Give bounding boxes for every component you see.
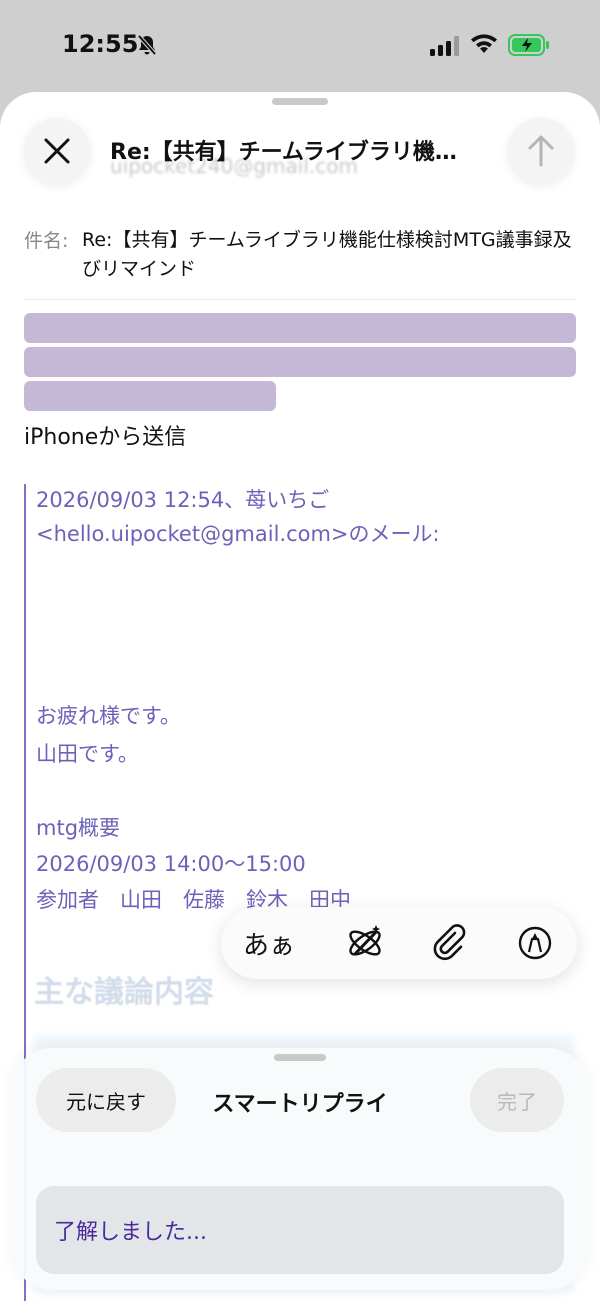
- writing-tools-button[interactable]: [335, 907, 395, 979]
- redacted-text-line: [24, 313, 576, 343]
- format-toolbar: あぁ: [221, 907, 577, 979]
- bell-slash-icon: [137, 34, 157, 56]
- close-button[interactable]: [24, 118, 90, 184]
- reply-suggestion-text: 了解しました...: [54, 1220, 207, 1245]
- close-icon: [44, 138, 70, 164]
- attach-button[interactable]: [419, 907, 479, 979]
- quote-overview-time: 2026/09/03 14:00〜15:00: [36, 852, 306, 876]
- redacted-text-line: [24, 381, 276, 411]
- text-style-button[interactable]: あぁ: [239, 907, 299, 979]
- signature[interactable]: iPhoneから送信: [24, 419, 186, 451]
- quote-greeting2: 山田です。: [36, 742, 139, 766]
- battery-charging-icon: [508, 34, 549, 56]
- header-subject: Re:【共有】チームライブラリ機…: [110, 140, 457, 165]
- quote-greeting1: お疲れ様です。: [36, 704, 181, 728]
- subject-label: 件名:: [24, 230, 69, 252]
- sheet-grabber[interactable]: [272, 98, 328, 105]
- markup-pen-icon: [518, 926, 552, 960]
- markup-button[interactable]: [505, 907, 565, 979]
- writing-tools-icon: [349, 925, 381, 956]
- smart-reply-panel: 元に戻す スマートリプライ 完了 了解しました...: [12, 1048, 588, 1290]
- paperclip-icon: [433, 924, 466, 961]
- redacted-text-line: [24, 347, 576, 377]
- panel-grabber[interactable]: [274, 1054, 326, 1061]
- quote-header-line1: 2026/09/03 12:54、苺いちご: [36, 488, 330, 512]
- status-time: 12:55: [62, 30, 139, 58]
- subject-field[interactable]: Re:【共有】チームライブラリ機能仕様検討MTG議事録及びリマインド: [82, 226, 582, 284]
- cellular-signal-icon: [430, 36, 459, 56]
- quote-overview-title: mtg概要: [36, 816, 121, 840]
- quote-section-heading: 主な議論内容: [34, 975, 214, 1010]
- status-bar: 12:55: [0, 0, 600, 90]
- done-button[interactable]: 完了: [470, 1068, 564, 1132]
- quote-header-line2: <hello.uipocket@gmail.com>のメール:: [36, 522, 440, 546]
- arrow-up-icon: [528, 135, 554, 167]
- divider: [24, 299, 576, 300]
- send-button[interactable]: [508, 118, 574, 184]
- reply-suggestion[interactable]: 了解しました...: [36, 1186, 564, 1274]
- wifi-icon: [471, 34, 497, 53]
